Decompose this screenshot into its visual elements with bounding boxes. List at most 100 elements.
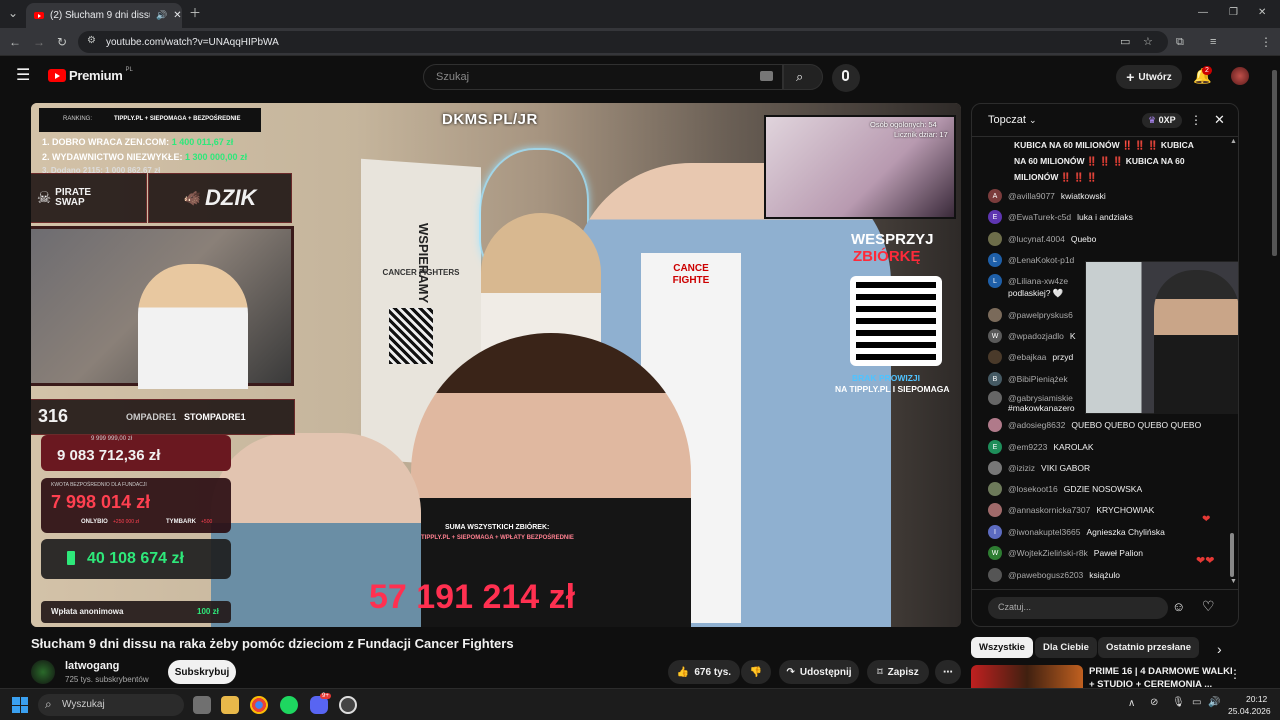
chat-author-name[interactable]: podlaskiej? 🤍 <box>1008 288 1063 299</box>
chat-author-avatar[interactable] <box>988 568 1002 582</box>
site-info-icon[interactable]: ⚙ <box>87 35 96 46</box>
account-avatar[interactable] <box>1231 67 1249 85</box>
network-icon[interactable]: ⊘ <box>1150 697 1158 708</box>
share-button[interactable]: ↷ Udostępnij <box>779 660 859 684</box>
chat-author-name[interactable]: @lucynaf.4004 <box>1008 234 1065 244</box>
channel-avatar[interactable] <box>31 660 55 684</box>
back-icon[interactable]: ← <box>9 35 21 49</box>
chat-author-name[interactable]: @avilla9077 <box>1008 191 1055 201</box>
chat-author-name[interactable]: @annaskornicka7307 <box>1008 505 1090 515</box>
more-actions-button[interactable]: ⋯ <box>935 660 961 684</box>
chat-author-avatar[interactable]: B <box>988 372 1002 386</box>
volume-icon[interactable]: 🔊 <box>1208 697 1220 708</box>
chat-author-avatar[interactable] <box>988 350 1002 364</box>
clock-time[interactable]: 20:12 <box>1246 694 1267 704</box>
create-button[interactable]: + Utwórz <box>1116 65 1182 89</box>
page-scrollbar[interactable] <box>1272 70 1277 256</box>
chip-for-you[interactable]: Dla Ciebie <box>1035 637 1097 658</box>
heart-icon[interactable]: ♡ <box>1202 598 1215 615</box>
voice-search-button[interactable] <box>832 64 860 92</box>
chat-author-name[interactable]: @iziziz <box>1008 463 1035 473</box>
chip-all[interactable]: Wszystkie <box>971 637 1033 658</box>
speaker-icon[interactable]: 🔊 <box>156 10 167 21</box>
chat-author-avatar[interactable] <box>988 503 1002 517</box>
chat-author-name[interactable]: #makowkanazero <box>1008 403 1075 413</box>
xp-badge[interactable]: ♛ 0XP <box>1142 113 1182 128</box>
hamburger-menu-icon[interactable]: ☰ <box>16 68 30 84</box>
subscribe-button[interactable]: Subskrybuj <box>168 660 236 684</box>
taskbar-search[interactable]: ⌕ Wyszukaj <box>38 694 184 716</box>
chat-author-name[interactable]: @em9223 <box>1008 442 1047 452</box>
chat-mode-dropdown[interactable]: Topczat ⌄ <box>988 114 1037 126</box>
spotify-icon[interactable] <box>280 696 298 714</box>
chat-author-avatar[interactable] <box>988 418 1002 432</box>
recommendation-title-2[interactable]: + STUDIO + CEREMONIA ... <box>1089 679 1212 688</box>
like-button[interactable]: 👍 676 tys. <box>668 660 740 684</box>
chat-scroll-down-icon[interactable]: ▼ <box>1230 578 1237 585</box>
clock-date[interactable]: 25.04.2026 <box>1228 706 1271 716</box>
browser-tab[interactable]: (2) Słucham 9 dni dissu na r 🔊 ✕ <box>26 3 182 28</box>
app-icon[interactable] <box>339 696 357 714</box>
chip-recent[interactable]: Ostatnio przesłane <box>1098 637 1199 658</box>
chat-author-avatar[interactable] <box>988 308 1002 322</box>
chat-author-avatar[interactable] <box>988 482 1002 496</box>
search-button[interactable]: ⌕ <box>783 64 823 90</box>
url-field[interactable]: ⚙ youtube.com/watch?v=UNAqqHIPbWA <box>78 31 1168 53</box>
chat-author-name[interactable]: @EwaTurek-c5d <box>1008 212 1071 222</box>
browser-menu-icon[interactable]: ⋮ <box>1260 35 1272 49</box>
channel-name[interactable]: latwogang <box>65 660 119 672</box>
chat-author-name[interactable]: @Liliana-xw4ze <box>1008 276 1068 286</box>
display-icon[interactable]: ▭ <box>1192 697 1201 708</box>
tab-list-icon[interactable]: ⌄ <box>8 6 18 20</box>
video-player[interactable]: WSPIERAMY CANCER FIGHTERS CANCE FIGHTE R… <box>31 103 961 627</box>
chat-author-name[interactable]: @pawelpryskus6 <box>1008 310 1073 320</box>
chat-author-name[interactable]: @pawebogusz6203 <box>1008 570 1083 580</box>
donation-qr-code[interactable] <box>850 276 942 366</box>
chat-author-name[interactable]: @BibiPieniążek <box>1008 374 1068 384</box>
reload-icon[interactable]: ↻ <box>57 35 67 49</box>
chat-input[interactable]: Czatuj... <box>988 597 1168 619</box>
chat-author-name[interactable]: @losekoot16 <box>1008 484 1058 494</box>
chat-author-avatar[interactable]: E <box>988 210 1002 224</box>
chat-author-name[interactable]: @WojtekZieliński-r8k <box>1008 548 1088 558</box>
recommendation-menu-icon[interactable]: ⋮ <box>1229 667 1241 681</box>
tray-overflow-icon[interactable]: ∧ <box>1128 698 1135 709</box>
microphone-tray-icon[interactable]: 🎙 <box>1172 697 1185 708</box>
new-tab-icon[interactable]: ＋ <box>189 6 201 20</box>
chat-author-name[interactable]: @LenaKokot-p1d <box>1008 255 1074 265</box>
save-button[interactable]: ⌑ Zapisz <box>867 660 929 684</box>
extensions-icon[interactable]: ⧉ <box>1176 35 1184 49</box>
recommendation-title-1[interactable]: PRIME 16 | 4 DARMOWE WALKI <box>1089 666 1233 677</box>
chat-author-avatar[interactable]: E <box>988 440 1002 454</box>
chat-author-avatar[interactable]: L <box>988 253 1002 267</box>
minimize-icon[interactable]: — <box>1198 6 1208 20</box>
chat-author-avatar[interactable]: W <box>988 546 1002 560</box>
chat-author-name[interactable]: @iwonakuptel3665 <box>1008 527 1080 537</box>
search-input[interactable]: Szukaj <box>423 64 783 90</box>
chat-author-avatar[interactable] <box>988 461 1002 475</box>
emoji-icon[interactable]: ☺ <box>1172 599 1185 614</box>
youtube-premium-logo[interactable]: Premium PL <box>48 67 133 83</box>
chips-next-icon[interactable]: › <box>1217 641 1222 657</box>
windows-start-icon[interactable] <box>12 697 28 713</box>
reading-list-icon[interactable]: ≡ <box>1210 35 1216 49</box>
recommendation-thumbnail[interactable] <box>971 665 1083 688</box>
chat-author-name[interactable]: @adosieg8632 <box>1008 420 1065 430</box>
file-explorer-icon[interactable] <box>221 696 239 714</box>
bookmark-star-icon[interactable]: ☆ <box>1143 35 1153 49</box>
chat-author-avatar[interactable]: W <box>988 329 1002 343</box>
restore-icon[interactable]: ❐ <box>1229 6 1238 20</box>
chat-scroll-up-icon[interactable]: ▲ <box>1230 138 1237 145</box>
chat-author-name[interactable]: @wpadozjadlo <box>1008 331 1064 341</box>
tab-close-icon[interactable]: ✕ <box>173 10 181 21</box>
chat-more-options-icon[interactable]: ⋮ <box>1190 113 1202 127</box>
close-window-icon[interactable]: ✕ <box>1258 6 1266 20</box>
dislike-button[interactable]: 👎 <box>741 660 771 684</box>
task-view-icon[interactable] <box>193 696 211 714</box>
chat-author-name[interactable]: @ebajkaa <box>1008 352 1046 362</box>
keyboard-icon[interactable] <box>760 71 773 81</box>
chat-author-avatar[interactable]: A <box>988 189 1002 203</box>
chat-close-icon[interactable]: ✕ <box>1214 112 1225 128</box>
chat-scrollbar[interactable] <box>1230 533 1234 577</box>
chrome-icon[interactable] <box>250 696 268 714</box>
